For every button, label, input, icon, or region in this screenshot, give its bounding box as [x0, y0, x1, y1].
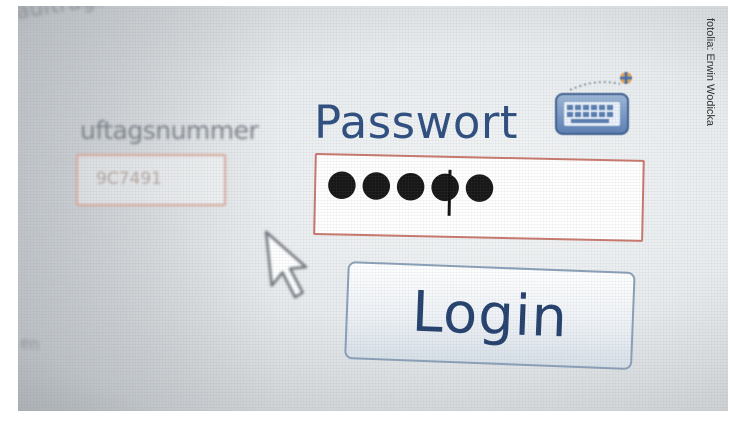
- login-button[interactable]: Login: [344, 261, 636, 371]
- order-number-value: 9C7491: [96, 169, 162, 189]
- blurred-side-text: en: [18, 332, 42, 355]
- vignette: [18, 6, 278, 411]
- password-masked-value: ●●●●●: [325, 162, 499, 207]
- page-frame: auftragsnummer und en uftagsnummer 9C749…: [0, 0, 739, 439]
- screen-photo: auftragsnummer und en uftagsnummer 9C749…: [18, 6, 728, 411]
- text-caret: [447, 169, 452, 216]
- login-button-label: Login: [410, 279, 570, 351]
- order-number-label: uftagsnummer: [80, 116, 259, 145]
- photo-credit: fotolia: Erwin Wodicka: [704, 18, 716, 127]
- keyboard-icon[interactable]: [550, 64, 638, 144]
- password-label: Passwort: [314, 96, 519, 149]
- mouse-pointer-icon: [264, 230, 308, 299]
- order-number-field[interactable]: 9C7491: [76, 154, 226, 206]
- password-input[interactable]: ●●●●●: [313, 153, 645, 242]
